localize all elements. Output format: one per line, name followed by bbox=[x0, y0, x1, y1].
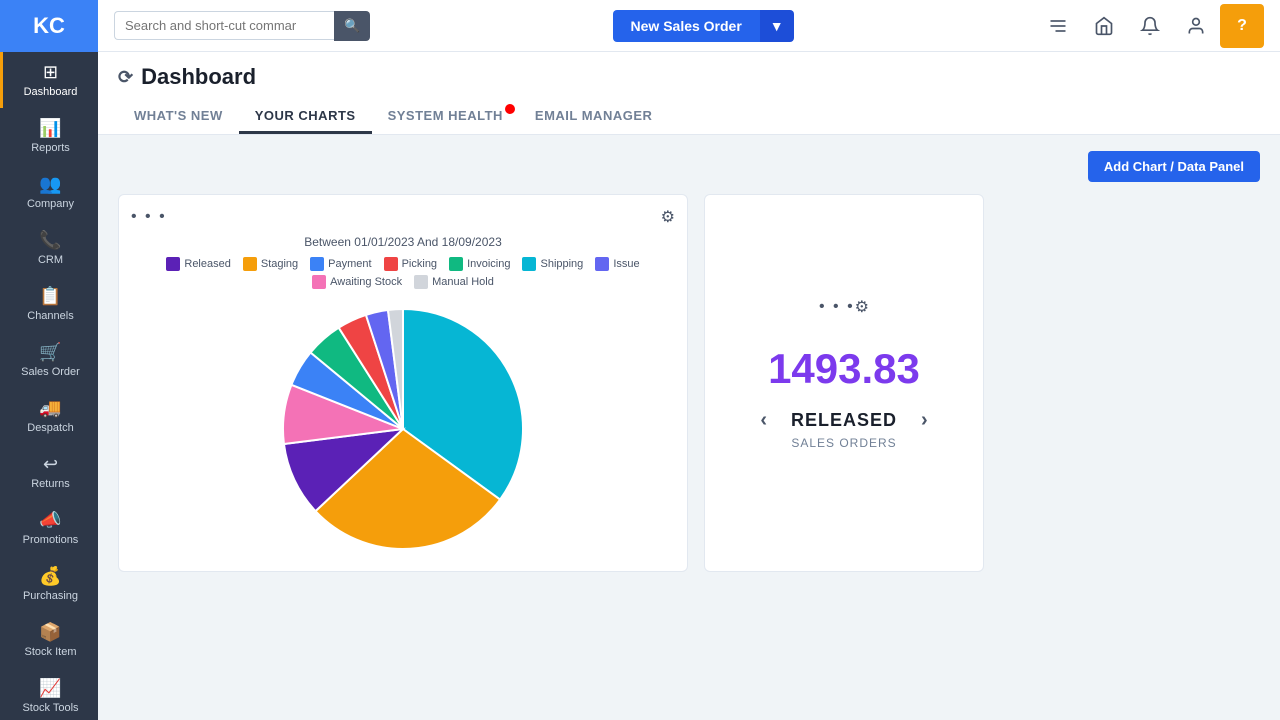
legend-item-staging: Staging bbox=[243, 257, 298, 271]
tab-email-manager[interactable]: EMAIL MANAGER bbox=[519, 100, 668, 134]
tab-your-charts[interactable]: YOUR CHARTS bbox=[239, 100, 372, 134]
topbar: 🔍 New Sales Order ▼ ? bbox=[98, 0, 1280, 52]
logo: KC bbox=[0, 0, 98, 52]
dashboard-icon: ⟳ bbox=[118, 67, 133, 88]
sidebar-icon-sales-order: 🛒 bbox=[39, 342, 61, 363]
pie-chart bbox=[131, 299, 675, 559]
page-header: ⟳ Dashboard WHAT'S NEWYOUR CHARTSSYSTEM … bbox=[98, 52, 1280, 135]
topbar-center: New Sales Order ▼ bbox=[370, 10, 1036, 42]
chart-card-gear[interactable]: ⚙ bbox=[661, 207, 675, 227]
help-icon-btn[interactable]: ? bbox=[1220, 4, 1264, 48]
sidebar-icon-crm: 📞 bbox=[39, 230, 61, 251]
search-input[interactable] bbox=[114, 11, 334, 40]
stat-card-gear[interactable]: ⚙ bbox=[855, 297, 869, 317]
sidebar-label-company: Company bbox=[27, 198, 74, 210]
sidebar-label-reports: Reports bbox=[31, 142, 70, 154]
sidebar-item-crm[interactable]: 📞 CRM bbox=[0, 220, 98, 276]
stat-value: 1493.83 bbox=[768, 345, 920, 393]
sidebar-item-company[interactable]: 👥 Company bbox=[0, 164, 98, 220]
chart-legend: Released Staging Payment Picking Invoicing Sh… bbox=[131, 257, 675, 289]
chart-card-dots[interactable]: • • • bbox=[131, 208, 167, 226]
add-chart-button[interactable]: Add Chart / Data Panel bbox=[1088, 151, 1260, 182]
tabs: WHAT'S NEWYOUR CHARTSSYSTEM HEALTHEMAIL … bbox=[118, 100, 1260, 134]
sidebar-icon-stock-item: 📦 bbox=[39, 622, 61, 643]
legend-item-issue: Issue bbox=[595, 257, 639, 271]
sidebar-label-stock-tools: Stock Tools bbox=[22, 702, 78, 714]
sidebar-item-returns[interactable]: ↩ Returns bbox=[0, 444, 98, 500]
sidebar-label-stock-item: Stock Item bbox=[25, 646, 77, 658]
sidebar-item-sales-order[interactable]: 🛒 Sales Order bbox=[0, 332, 98, 388]
stat-sublabel: SALES ORDERS bbox=[791, 436, 896, 450]
cards-row: • • • ⚙ Between 01/01/2023 And 18/09/202… bbox=[118, 194, 1260, 572]
sidebar-label-promotions: Promotions bbox=[23, 534, 79, 546]
legend-item-manual-hold: Manual Hold bbox=[414, 275, 494, 289]
chart-card: • • • ⚙ Between 01/01/2023 And 18/09/202… bbox=[118, 194, 688, 572]
tab-whats-new[interactable]: WHAT'S NEW bbox=[118, 100, 239, 134]
stat-prev-button[interactable]: ‹ bbox=[760, 409, 767, 432]
sidebar-icon-purchasing: 💰 bbox=[39, 566, 61, 587]
pie-date-range: Between 01/01/2023 And 18/09/2023 bbox=[131, 235, 675, 249]
legend-item-invoicing: Invoicing bbox=[449, 257, 510, 271]
search-container: 🔍 bbox=[114, 11, 370, 41]
new-sales-order-button[interactable]: New Sales Order bbox=[613, 10, 760, 42]
legend-item-shipping: Shipping bbox=[522, 257, 583, 271]
sidebar-label-despatch: Despatch bbox=[27, 422, 73, 434]
tools-icon-btn[interactable] bbox=[1036, 4, 1080, 48]
sidebar-icon-returns: ↩ bbox=[43, 454, 58, 475]
sidebar-item-promotions[interactable]: 📣 Promotions bbox=[0, 500, 98, 556]
legend-item-released: Released bbox=[166, 257, 230, 271]
sidebar-item-despatch[interactable]: 🚚 Despatch bbox=[0, 388, 98, 444]
user-icon-btn[interactable] bbox=[1174, 4, 1218, 48]
sidebar-item-dashboard[interactable]: ⊞ Dashboard bbox=[0, 52, 98, 108]
sidebar-icon-promotions: 📣 bbox=[39, 510, 61, 531]
topbar-icons: ? bbox=[1036, 4, 1264, 48]
sidebar-icon-company: 👥 bbox=[39, 174, 61, 195]
stat-nav: ‹ RELEASED › bbox=[760, 409, 927, 432]
legend-item-payment: Payment bbox=[310, 257, 371, 271]
sidebar-label-channels: Channels bbox=[27, 310, 73, 322]
legend-item-picking: Picking bbox=[384, 257, 437, 271]
sidebar-icon-dashboard: ⊞ bbox=[43, 62, 58, 83]
sidebar-label-dashboard: Dashboard bbox=[24, 86, 78, 98]
sidebar-item-stock-item[interactable]: 📦 Stock Item bbox=[0, 612, 98, 668]
stat-next-button[interactable]: › bbox=[921, 409, 928, 432]
sidebar-label-returns: Returns bbox=[31, 478, 70, 490]
sidebar-label-purchasing: Purchasing bbox=[23, 590, 78, 602]
sidebar-item-stock-tools[interactable]: 📈 Stock Tools bbox=[0, 668, 98, 720]
sidebar-icon-stock-tools: 📈 bbox=[39, 678, 61, 699]
main-content: ⟳ Dashboard WHAT'S NEWYOUR CHARTSSYSTEM … bbox=[98, 52, 1280, 720]
chart-card-menu: • • • ⚙ bbox=[131, 207, 675, 227]
tab-system-health[interactable]: SYSTEM HEALTH bbox=[372, 100, 519, 134]
sidebar: KC ⊞ Dashboard 📊 Reports 👥 Company 📞 CRM 📋 Channe… bbox=[0, 0, 98, 720]
legend-item-awaiting-stock: Awaiting Stock bbox=[312, 275, 402, 289]
sidebar-item-purchasing[interactable]: 💰 Purchasing bbox=[0, 556, 98, 612]
content-area: Add Chart / Data Panel • • • ⚙ Between 0… bbox=[98, 135, 1280, 588]
tab-badge-system-health bbox=[505, 104, 515, 114]
page-title: ⟳ Dashboard bbox=[118, 64, 1260, 90]
sidebar-icon-despatch: 🚚 bbox=[39, 398, 61, 419]
stat-card-menu: • • • ⚙ bbox=[819, 297, 869, 317]
sidebar-label-sales-order: Sales Order bbox=[21, 366, 80, 378]
stat-card-dots[interactable]: • • • bbox=[819, 298, 855, 316]
add-chart-bar: Add Chart / Data Panel bbox=[118, 151, 1260, 182]
sidebar-item-reports[interactable]: 📊 Reports bbox=[0, 108, 98, 164]
notification-icon-btn[interactable] bbox=[1128, 4, 1172, 48]
search-button[interactable]: 🔍 bbox=[334, 11, 370, 41]
stat-label: RELEASED bbox=[791, 410, 897, 431]
sidebar-label-crm: CRM bbox=[38, 254, 63, 266]
new-sales-order-dropdown[interactable]: ▼ bbox=[760, 10, 794, 42]
stat-card: • • • ⚙ 1493.83 ‹ RELEASED › SALES ORDER… bbox=[704, 194, 984, 572]
sidebar-icon-channels: 📋 bbox=[39, 286, 61, 307]
sidebar-item-channels[interactable]: 📋 Channels bbox=[0, 276, 98, 332]
home-icon-btn[interactable] bbox=[1082, 4, 1126, 48]
sidebar-icon-reports: 📊 bbox=[39, 118, 61, 139]
